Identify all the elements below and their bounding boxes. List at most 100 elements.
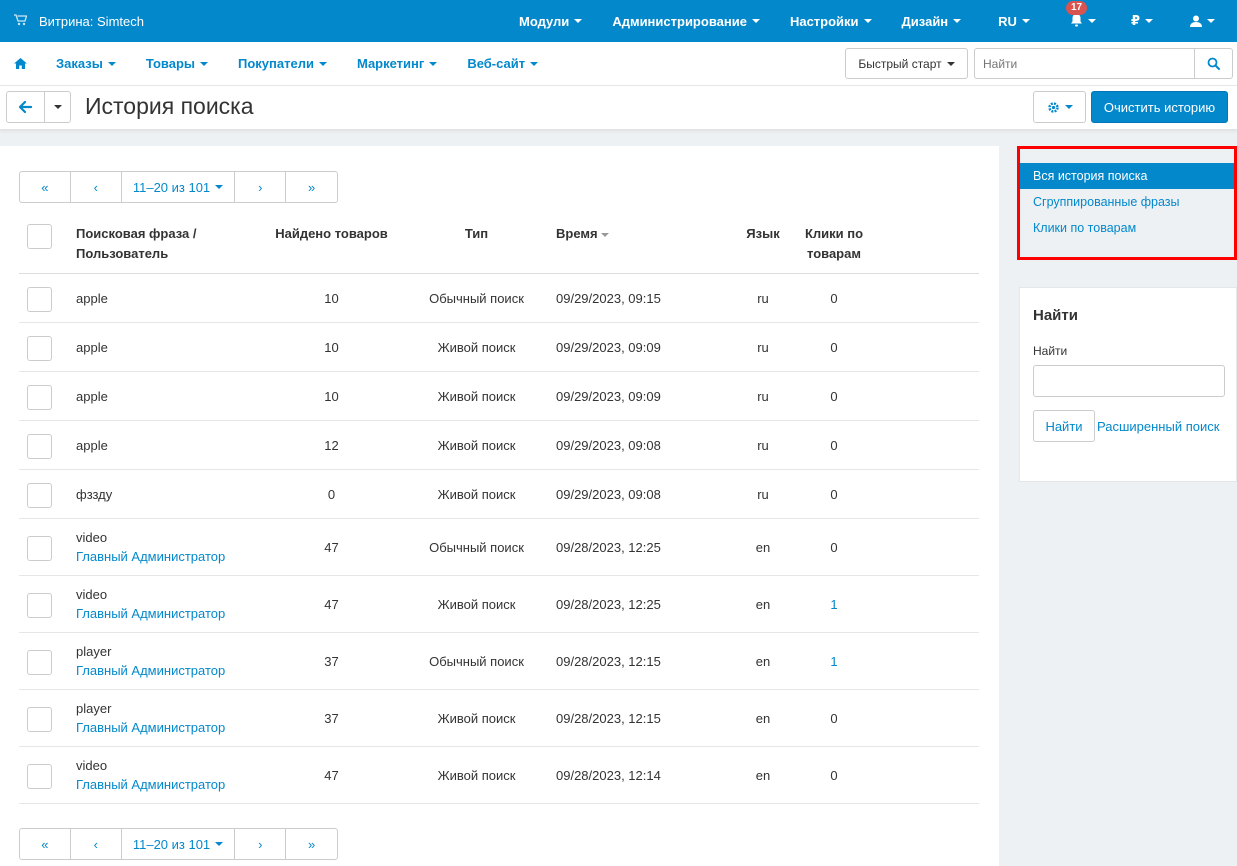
menu-settings[interactable]: Настройки [775, 0, 887, 42]
cell-time: 09/29/2023, 09:08 [556, 486, 661, 502]
row-checkbox[interactable] [27, 384, 52, 410]
pagination-next[interactable]: › [235, 829, 287, 859]
user-link[interactable]: Главный Администратор [76, 549, 225, 564]
arrow-left-icon [19, 101, 32, 113]
row-checkbox[interactable] [27, 433, 52, 459]
nav-website[interactable]: Веб-сайт [452, 56, 553, 71]
table-row: apple 10 Живой поиск 09/29/2023, 09:09 ru 0 [19, 372, 979, 421]
chevron-down-icon [1087, 19, 1096, 23]
cell-clicks[interactable]: 1 [809, 597, 859, 612]
sort-desc-icon [600, 232, 609, 237]
page-title: История поиска [85, 93, 254, 119]
sidebar-item-grouped-phrases[interactable]: Сгруппированные фразы [1020, 189, 1236, 215]
header-type[interactable]: Тип [414, 224, 539, 244]
global-search-input[interactable] [975, 49, 1194, 78]
user-link[interactable]: Главный Администратор [76, 777, 225, 792]
pagination-prev[interactable]: ‹ [71, 172, 122, 202]
search-phrase: video [76, 530, 108, 545]
cell-found: 10 [324, 290, 339, 306]
advanced-search-link[interactable]: Расширенный поиск [1097, 419, 1219, 434]
cell-phrase: apple [76, 291, 108, 306]
row-checkbox[interactable] [27, 592, 52, 618]
pagination-range[interactable]: 11–20 из 101 [122, 829, 236, 859]
cell-phrase: apple [76, 389, 108, 404]
currency-selector[interactable]: ₽ [1114, 0, 1170, 42]
sidebar-search-input[interactable] [1033, 365, 1225, 397]
menu-modules[interactable]: Модули [504, 0, 597, 42]
nav-products[interactable]: Товары [131, 56, 223, 71]
main-nav: Заказы Товары Покупатели Маркетинг Веб-с… [0, 42, 1237, 86]
cell-found: 47 [324, 596, 339, 612]
user-link[interactable]: Главный Администратор [76, 606, 225, 621]
sidebar-search-button[interactable]: Найти [1033, 410, 1095, 442]
user-menu[interactable] [1170, 0, 1237, 42]
search-phrase: player [76, 701, 112, 716]
row-checkbox[interactable] [27, 535, 52, 561]
pagination-top: « ‹ 11–20 из 101 › » [19, 171, 338, 203]
table-row: apple 12 Живой поиск 09/29/2023, 09:08 ru 0 [19, 421, 979, 470]
cell-found: 10 [324, 339, 339, 355]
user-icon [1190, 15, 1202, 27]
chevron-down-icon [1064, 105, 1073, 109]
table-row: player Главный Администратор 37 Обычный пои… [19, 633, 979, 690]
row-checkbox[interactable] [27, 482, 52, 508]
row-checkbox[interactable] [27, 706, 52, 732]
pagination-first[interactable]: « [20, 172, 71, 202]
menu-design[interactable]: Дизайн [887, 0, 977, 42]
row-checkbox[interactable] [27, 286, 52, 312]
settings-dropdown-button[interactable] [1033, 91, 1086, 123]
search-phrase: apple [76, 437, 108, 453]
back-button[interactable] [7, 92, 45, 122]
search-phrase: video [76, 587, 108, 602]
cell-clicks: 0 [830, 539, 838, 555]
cell-time: 09/28/2023, 12:25 [556, 539, 661, 555]
history-dropdown-button[interactable] [45, 92, 70, 122]
nav-marketing[interactable]: Маркетинг [342, 56, 452, 71]
nav-customers[interactable]: Покупатели [223, 56, 342, 71]
header-lang[interactable]: Язык [738, 224, 788, 244]
main-content: « ‹ 11–20 из 101 › » Поисковая фраза / П… [0, 146, 999, 866]
header-phrase[interactable]: Поисковая фраза / Пользователь [76, 224, 196, 264]
store-selector[interactable]: Витрина: Simtech [0, 14, 144, 29]
cell-clicks[interactable]: 1 [809, 654, 859, 669]
chevron-down-icon [1145, 19, 1153, 23]
quickstart-button[interactable]: Быстрый старт [845, 48, 968, 79]
sidebar-item-product-clicks[interactable]: Клики по товарам [1020, 215, 1236, 241]
row-checkbox[interactable] [27, 649, 52, 675]
clear-history-button[interactable]: Очистить историю [1091, 91, 1228, 123]
home-icon[interactable] [0, 56, 41, 72]
pagination-prev[interactable]: ‹ [71, 829, 122, 859]
header-time[interactable]: Время [556, 224, 609, 244]
chevron-down-icon [953, 19, 962, 23]
cell-found: 10 [324, 388, 339, 404]
chevron-down-icon [215, 185, 224, 189]
notifications-button[interactable]: 17 [1052, 0, 1114, 42]
user-link[interactable]: Главный Администратор [76, 720, 225, 735]
nav-orders[interactable]: Заказы [41, 56, 131, 71]
row-checkbox[interactable] [27, 763, 52, 789]
search-phrase: фзздy [76, 486, 113, 502]
pagination-first[interactable]: « [20, 829, 71, 859]
cell-lang: en [755, 767, 771, 783]
select-all-checkbox[interactable] [27, 224, 52, 249]
sidebar-item-all-history[interactable]: Вся история поиска [1020, 163, 1236, 189]
header-clicks[interactable]: Клики по товарам [795, 224, 873, 264]
pagination-last[interactable]: » [286, 172, 337, 202]
top-bar: Витрина: Simtech Модули Администрировани… [0, 0, 1237, 42]
header-found[interactable]: Найдено товаров [269, 224, 394, 244]
pagination-last[interactable]: » [286, 829, 337, 859]
sidebar-search-panel: Найти Найти Найти Расширенный поиск [1019, 287, 1237, 482]
pagination-range[interactable]: 11–20 из 101 [122, 172, 236, 202]
cell-type: Обычный поиск [429, 290, 524, 306]
row-checkbox[interactable] [27, 335, 52, 361]
cell-phrase: player Главный Администратор [76, 701, 225, 735]
table-row: apple 10 Живой поиск 09/29/2023, 09:09 ru 0 [19, 323, 979, 372]
search-button[interactable] [1194, 49, 1232, 78]
menu-administration[interactable]: Администрирование [597, 0, 775, 42]
store-label: Витрина: Simtech [39, 13, 144, 29]
cell-lang: ru [757, 388, 769, 404]
user-link[interactable]: Главный Администратор [76, 663, 225, 678]
pagination-next[interactable]: › [235, 172, 287, 202]
language-selector[interactable]: RU [976, 0, 1052, 42]
global-search [974, 48, 1233, 79]
